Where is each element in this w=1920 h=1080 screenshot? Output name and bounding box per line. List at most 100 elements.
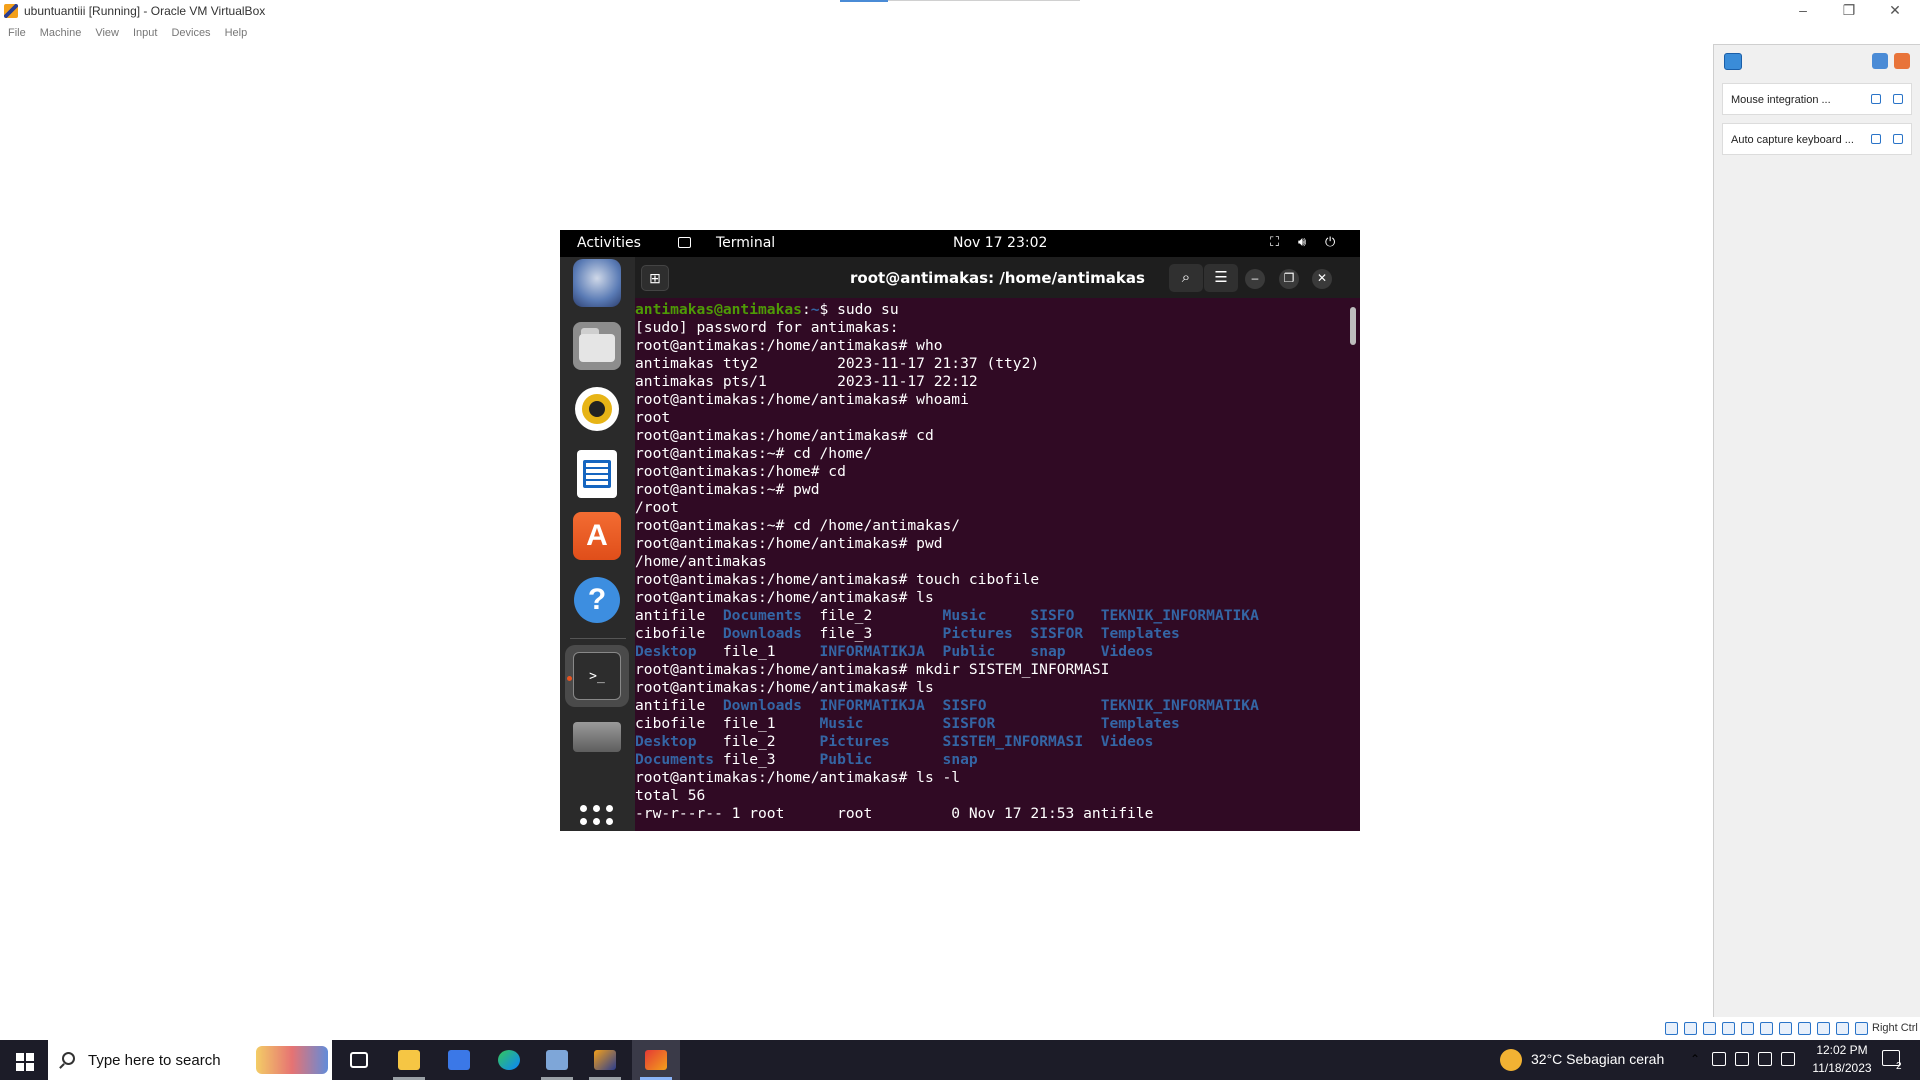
shared-folders-icon[interactable] <box>1760 1022 1773 1035</box>
terminal-close-button[interactable]: ✕ <box>1312 269 1332 289</box>
menu-button[interactable]: ☰ <box>1204 264 1238 292</box>
network-tray-icon[interactable] <box>1735 1052 1749 1066</box>
menu-input[interactable]: Input <box>133 22 157 44</box>
mute-icon[interactable] <box>1871 94 1881 104</box>
task-view-icon[interactable] <box>335 1040 383 1080</box>
directory-name: TEKNIK_INFORMATIKA <box>1100 607 1259 624</box>
info-icon[interactable] <box>1724 53 1742 70</box>
terminal-text: /home/antimakas <box>635 553 767 570</box>
app-center-icon[interactable]: A <box>573 512 621 560</box>
gnome-clock[interactable]: Nov 17 23:02 <box>953 235 1047 251</box>
notification-mouse-integration[interactable]: Mouse integration ... <box>1722 83 1912 115</box>
libreoffice-writer-icon[interactable] <box>577 450 617 498</box>
close-button[interactable]: ✕ <box>1872 0 1918 22</box>
optical-drive-icon[interactable] <box>1684 1022 1697 1035</box>
directory-name: SISFO <box>1030 607 1075 624</box>
terminal-text: antimakas pts/1 2023-11-17 22:12 <box>635 373 978 390</box>
close-notification-icon[interactable] <box>1893 134 1903 144</box>
terminal-line: antimakas@antimakas:~$ sudo su <box>635 301 1360 319</box>
search-button[interactable]: ⌕ <box>1169 264 1203 292</box>
system-app-icon[interactable] <box>435 1040 483 1080</box>
show-hidden-icons-icon[interactable]: ⌃ <box>1690 1052 1704 1066</box>
virtualbox-logo-icon <box>4 4 18 18</box>
directory-name: INFORMATIKJA <box>819 697 925 714</box>
directory-name: INFORMATIKJA <box>819 643 925 660</box>
recording-icon[interactable] <box>1798 1022 1811 1035</box>
menu-devices[interactable]: Devices <box>171 22 210 44</box>
app-menu[interactable]: Terminal <box>716 235 775 251</box>
files-icon[interactable] <box>573 322 621 370</box>
directory-name: Videos <box>1100 733 1154 750</box>
restore-button[interactable]: ❐ <box>1826 0 1872 22</box>
show-apps-icon[interactable] <box>580 805 614 831</box>
menu-help[interactable]: Help <box>225 22 248 44</box>
mouse-integration-icon[interactable] <box>1836 1022 1849 1035</box>
hard-disk-icon[interactable] <box>1665 1022 1678 1035</box>
edge-icon[interactable] <box>485 1040 533 1080</box>
weather-text[interactable]: 32°C Sebagian cerah <box>1531 1051 1664 1067</box>
terminal-line: total 56 <box>635 787 1360 805</box>
thunderbird-icon[interactable] <box>573 259 621 307</box>
start-button[interactable] <box>0 1040 48 1080</box>
guest-screen[interactable]: Activities Terminal Nov 17 23:02 ⛶ 🔊︎ ⏻ … <box>560 230 1360 831</box>
directory-name: Desktop <box>635 643 697 660</box>
usb-icon[interactable] <box>1741 1022 1754 1035</box>
volume-icon[interactable]: 🔊︎ <box>1298 235 1306 250</box>
network-icon[interactable]: ⛶ <box>1270 235 1279 250</box>
file-explorer-icon[interactable] <box>385 1040 433 1080</box>
cpu-icon[interactable] <box>1817 1022 1830 1035</box>
vm-app-icon[interactable] <box>581 1040 629 1080</box>
virtualbox-icon[interactable] <box>533 1040 581 1080</box>
terminal-window[interactable]: ⊞ root@antimakas: /home/antimakas ⌕ ☰ – … <box>635 257 1360 831</box>
directory-name: Templates <box>1100 715 1180 732</box>
dismiss-all-icon[interactable] <box>1894 53 1910 69</box>
vbox-mini-toolbar-indicator[interactable] <box>840 0 888 2</box>
close-notification-icon[interactable] <box>1893 94 1903 104</box>
terminal-line: root@antimakas:/home/antimakas# ls -l <box>635 769 1360 787</box>
directory-name: Videos <box>1100 643 1154 660</box>
battery-icon[interactable] <box>1758 1052 1772 1066</box>
terminal-text: root@antimakas:/home/antimakas# who <box>635 337 943 354</box>
display-icon[interactable] <box>1779 1022 1792 1035</box>
terminal-text: file_1 <box>696 643 820 660</box>
audio-icon[interactable] <box>1703 1022 1716 1035</box>
taskbar-time[interactable]: 12:02 PM <box>1809 1043 1875 1057</box>
minimize-button[interactable]: – <box>1780 0 1826 22</box>
terminal-text: root@antimakas:/home/antimakas# ls <box>635 589 934 606</box>
terminal-text: root@antimakas:/home# cd <box>635 463 846 480</box>
menu-machine[interactable]: Machine <box>40 22 82 44</box>
directory-name: SISFOR <box>942 715 996 732</box>
drive-icon[interactable] <box>573 722 621 752</box>
taskbar-search-box[interactable]: Type here to search <box>48 1040 332 1080</box>
weather-icon[interactable] <box>1500 1049 1522 1071</box>
terminal-minimize-button[interactable]: – <box>1245 269 1265 289</box>
terminal-scrollbar[interactable] <box>1350 307 1356 345</box>
notification-label: Auto capture keyboard ... <box>1731 134 1854 146</box>
terminal-icon[interactable]: >_ <box>573 652 621 700</box>
terminal-line: cibofile Downloads file_3 Pictures SISFO… <box>635 625 1360 643</box>
taskbar-date[interactable]: 11/18/2023 <box>1809 1061 1875 1075</box>
menu-file[interactable]: File <box>8 22 26 44</box>
tray-app-icon[interactable] <box>1712 1052 1726 1066</box>
terminal-line: root@antimakas:/home/antimakas# who <box>635 337 1360 355</box>
sort-icon[interactable] <box>1872 53 1888 69</box>
help-icon[interactable]: ? <box>574 577 620 623</box>
speaker-muted-icon[interactable] <box>1781 1052 1795 1066</box>
terminal-text: root@antimakas:/home/antimakas# ls <box>635 679 934 696</box>
terminal-line: root@antimakas:/home/antimakas# pwd <box>635 535 1360 553</box>
terminal-output[interactable]: antimakas@antimakas:~$ sudo su [sudo] pas… <box>635 298 1360 831</box>
mute-icon[interactable] <box>1871 134 1881 144</box>
directory-name: Downloads <box>722 625 802 642</box>
menu-view[interactable]: View <box>95 22 119 44</box>
rhythmbox-icon[interactable] <box>575 387 619 431</box>
terminal-maximize-button[interactable]: ❐ <box>1279 269 1299 289</box>
notification-auto-capture[interactable]: Auto capture keyboard ... <box>1722 123 1912 155</box>
keyboard-icon[interactable] <box>1855 1022 1868 1035</box>
network-status-icon[interactable] <box>1722 1022 1735 1035</box>
activities-button[interactable]: Activities <box>577 235 641 251</box>
active-vm-icon[interactable] <box>632 1040 680 1080</box>
power-icon[interactable]: ⏻ <box>1325 235 1335 250</box>
